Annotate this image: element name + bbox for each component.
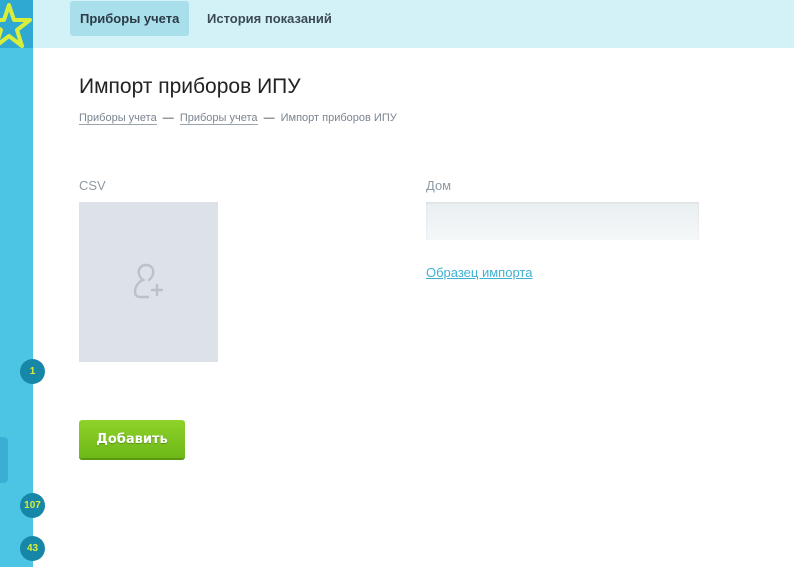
csv-label: CSV bbox=[79, 178, 106, 193]
sidebar: 1 107 43 bbox=[0, 0, 45, 567]
import-sample-link[interactable]: Образец импорта bbox=[426, 265, 532, 280]
sidebar-collapse-handle[interactable] bbox=[0, 437, 8, 483]
logo[interactable] bbox=[0, 0, 33, 48]
breadcrumb-link-meters[interactable]: Приборы учета bbox=[79, 112, 157, 125]
notification-badge[interactable]: 1 bbox=[20, 359, 45, 384]
breadcrumb-separator: — bbox=[162, 112, 174, 124]
notification-badge[interactable]: 107 bbox=[20, 493, 45, 518]
add-user-icon bbox=[133, 263, 163, 299]
star-logo-icon bbox=[0, 3, 32, 48]
house-label: Дом bbox=[426, 178, 452, 193]
notification-badge[interactable]: 43 bbox=[20, 536, 45, 561]
tab-readings-history[interactable]: История показаний bbox=[197, 1, 342, 36]
breadcrumb: Приборы учета — Приборы учета — Импорт п… bbox=[79, 112, 397, 125]
breadcrumb-separator: — bbox=[263, 112, 275, 124]
tab-meters[interactable]: Приборы учета bbox=[70, 1, 190, 36]
csv-upload-dropzone[interactable] bbox=[79, 202, 218, 362]
breadcrumb-link-meters-2[interactable]: Приборы учета bbox=[179, 112, 258, 125]
page-title: Импорт приборов ИПУ bbox=[79, 75, 301, 98]
breadcrumb-current: Импорт приборов ИПУ bbox=[280, 112, 397, 124]
top-navigation: Приборы учета История показаний bbox=[33, 0, 794, 48]
add-button[interactable]: Добавить bbox=[79, 420, 185, 458]
house-input[interactable] bbox=[426, 202, 699, 240]
